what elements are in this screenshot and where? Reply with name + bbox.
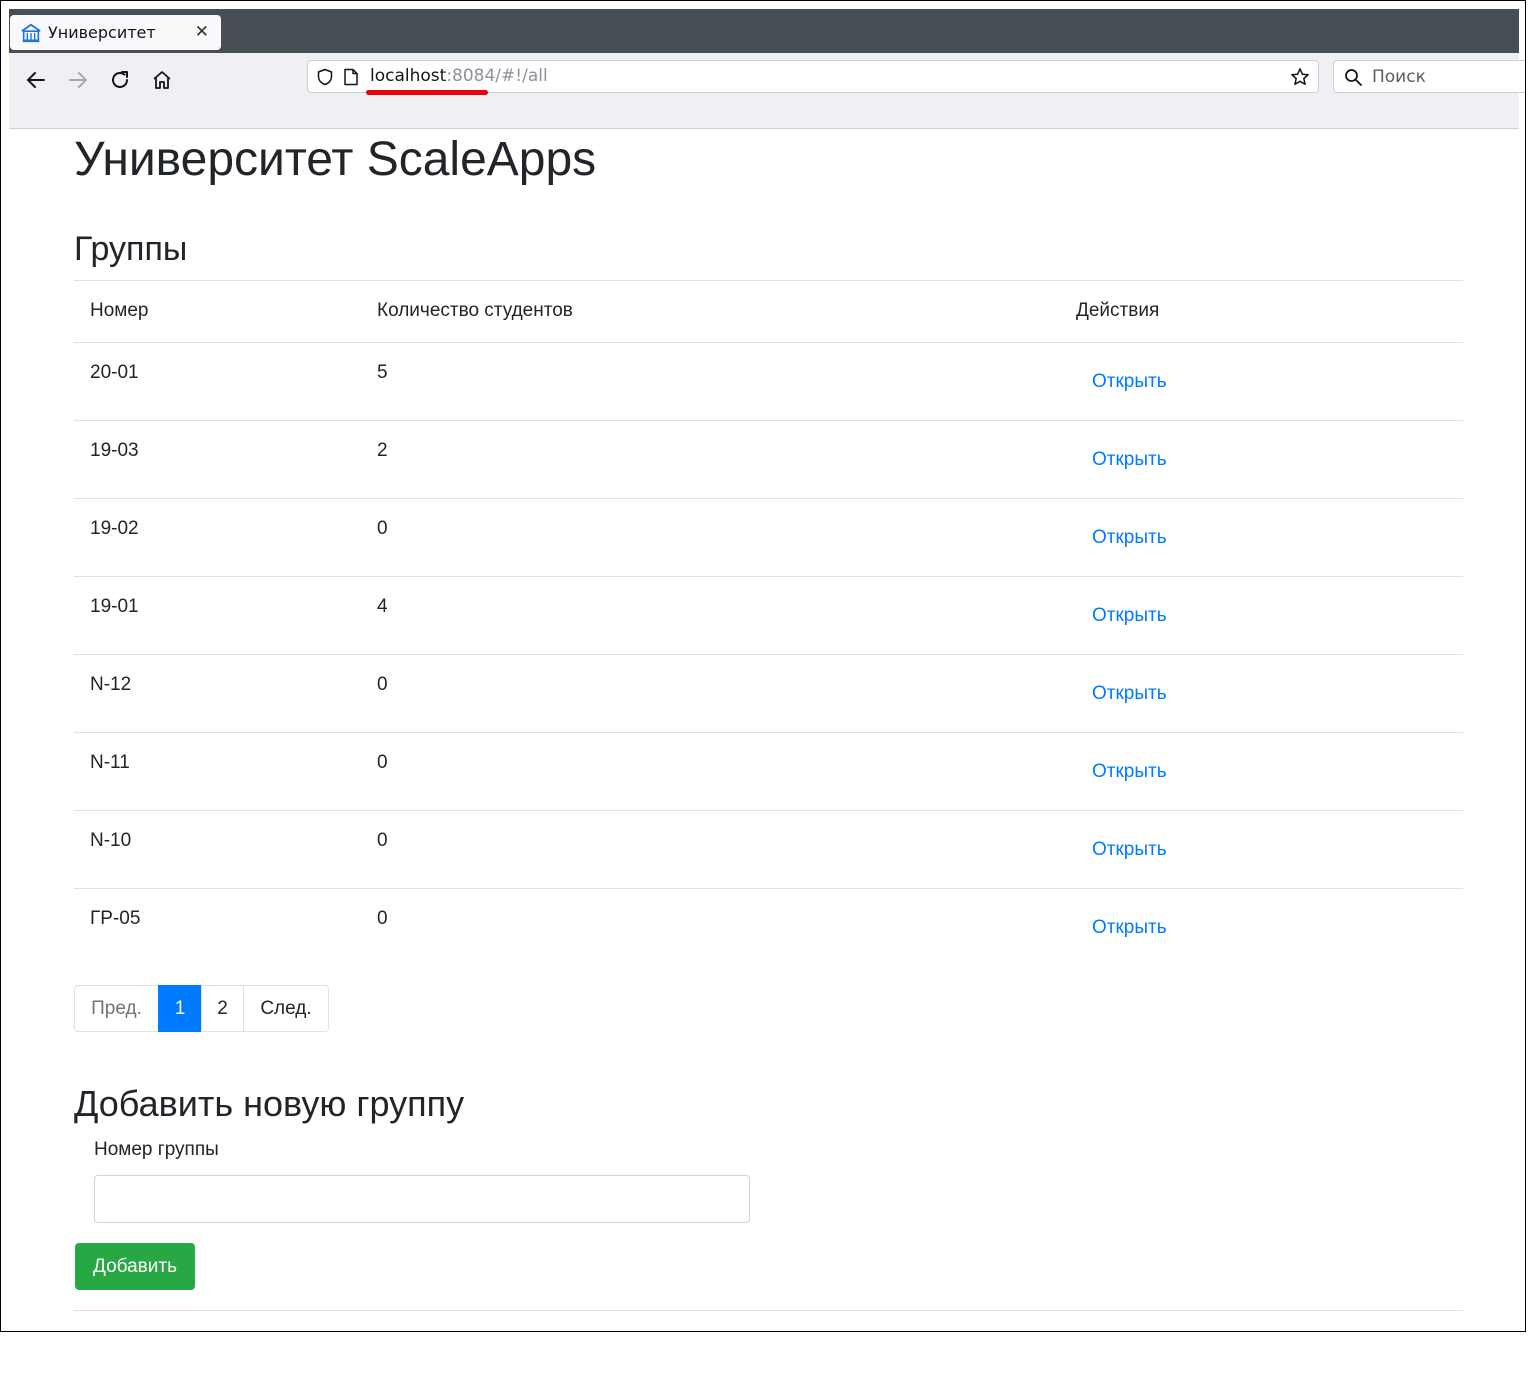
table-row: 19-01 4 Открыть [74, 576, 1463, 655]
student-count: 4 [361, 576, 1060, 655]
table-row: N-10 0 Открыть [74, 810, 1463, 889]
url-host: localhost [370, 66, 447, 86]
student-count: 0 [361, 654, 1060, 733]
table-header-row: Номер Количество студентов Действия [74, 280, 1463, 343]
url-path: :8084/#!/all [446, 66, 548, 86]
group-number: N-11 [74, 732, 361, 811]
bookmark-star-icon[interactable] [1290, 67, 1310, 87]
group-number-label: Номер группы [94, 1139, 219, 1160]
groups-heading: Группы [74, 230, 188, 268]
shield-icon[interactable] [316, 68, 334, 86]
page-1-button[interactable]: 1 [158, 985, 202, 1032]
nav-toolbar: localhost:8084/#!/all Поиск [9, 53, 1525, 129]
group-number: 19-03 [74, 420, 361, 499]
university-icon [21, 23, 41, 42]
open-link[interactable]: Открыть [1092, 839, 1167, 860]
page-2-button[interactable]: 2 [201, 985, 244, 1032]
tab-title: Университет [48, 23, 156, 42]
page-title: Университет ScaleApps [74, 133, 597, 186]
back-button[interactable] [21, 65, 51, 95]
open-link[interactable]: Открыть [1092, 527, 1167, 548]
table-row: 19-03 2 Открыть [74, 420, 1463, 499]
group-number: N-12 [74, 654, 361, 733]
group-number-input[interactable] [94, 1175, 750, 1223]
open-link[interactable]: Открыть [1092, 761, 1167, 782]
forward-button[interactable] [63, 65, 93, 95]
group-number: 19-02 [74, 498, 361, 577]
url-text[interactable]: localhost:8084/#!/all [370, 66, 548, 86]
browser-window: Университет ✕ localhost:8084/#!/all Поис… [0, 0, 1526, 1332]
reload-icon [112, 71, 128, 88]
open-link[interactable]: Открыть [1092, 605, 1167, 626]
header-number: Номер [74, 280, 361, 343]
search-icon [1345, 69, 1362, 86]
header-count: Количество студентов [361, 280, 1060, 343]
table-row: 20-01 5 Открыть [74, 342, 1463, 421]
student-count: 5 [361, 342, 1060, 421]
student-count: 2 [361, 420, 1060, 499]
search-bar[interactable]: Поиск [1333, 60, 1525, 93]
group-number: 20-01 [74, 342, 361, 421]
open-link[interactable]: Открыть [1092, 371, 1167, 392]
open-link[interactable]: Открыть [1092, 683, 1167, 704]
table-row: N-11 0 Открыть [74, 732, 1463, 811]
add-group-heading: Добавить новую группу [74, 1083, 465, 1124]
prev-page-button[interactable]: Пред. [74, 985, 159, 1032]
reload-button[interactable] [105, 65, 135, 95]
group-number: N-10 [74, 810, 361, 889]
student-count: 0 [361, 888, 1060, 967]
tab-bar: Университет ✕ [9, 9, 1519, 54]
table-row: ГР-05 0 Открыть [74, 888, 1463, 967]
table-row: N-12 0 Открыть [74, 654, 1463, 733]
home-button[interactable] [147, 65, 177, 95]
browser-tab[interactable]: Университет ✕ [10, 15, 221, 50]
student-count: 0 [361, 732, 1060, 811]
student-count: 0 [361, 498, 1060, 577]
home-icon [153, 71, 171, 89]
next-page-button[interactable]: След. [243, 985, 329, 1032]
close-tab-icon[interactable]: ✕ [195, 22, 209, 42]
page-icon[interactable] [343, 68, 359, 86]
open-link[interactable]: Открыть [1092, 449, 1167, 470]
pagination: Пред. 1 2 След. [74, 985, 329, 1032]
student-count: 0 [361, 810, 1060, 889]
url-bar[interactable]: localhost:8084/#!/all [307, 60, 1319, 95]
table-row: 19-02 0 Открыть [74, 498, 1463, 577]
arrow-left-icon [27, 72, 45, 88]
search-placeholder: Поиск [1372, 67, 1426, 87]
group-number: 19-01 [74, 576, 361, 655]
divider [74, 1310, 1463, 1311]
add-button[interactable]: Добавить [75, 1243, 195, 1290]
groups-table: Номер Количество студентов Действия 20-0… [74, 280, 1463, 967]
url-highlight-underline [366, 90, 488, 95]
open-link[interactable]: Открыть [1092, 917, 1167, 938]
arrow-right-icon [69, 72, 87, 88]
header-actions: Действия [1060, 280, 1463, 343]
group-number: ГР-05 [74, 888, 361, 967]
